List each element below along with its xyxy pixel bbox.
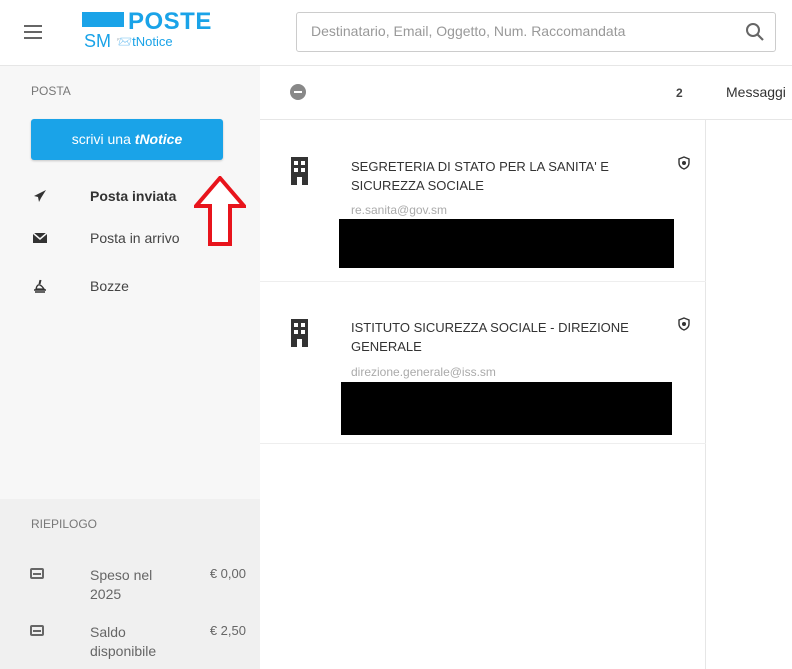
list-item[interactable]: SEGRETERIA DI STATO PER LA SANITA' E SIC…	[260, 120, 706, 282]
search-icon[interactable]	[745, 22, 765, 42]
shield-icon	[678, 317, 690, 331]
compose-button-brand: tNotice	[134, 131, 183, 147]
app-logo[interactable]: POSTE SM 📨tNotice	[80, 8, 212, 56]
message-count: 2	[676, 86, 683, 100]
sender-email: re.sanita@gov.sm	[351, 203, 447, 217]
logo-tnotice-text: 📨tNotice	[116, 34, 173, 49]
redacted-block	[341, 382, 672, 435]
app-header: POSTE SM 📨tNotice	[0, 0, 792, 66]
compose-button-prefix: scrivi una	[71, 131, 135, 147]
shield-icon	[678, 156, 690, 170]
summary-label: Speso nel 2025	[90, 567, 153, 602]
sidebar-item-label: Bozze	[90, 278, 129, 294]
section-label-riepilogo: RIEPILOGO	[31, 517, 98, 531]
logo-poste-text: POSTE	[128, 8, 212, 35]
search-box	[296, 12, 776, 52]
send-icon	[34, 190, 46, 202]
sender-name: SEGRETERIA DI STATO PER LA SANITA' E SIC…	[351, 159, 609, 193]
summary-value: € 0,00	[209, 566, 246, 581]
logo-sm-text: SM	[84, 31, 111, 51]
summary-label: Saldo disponibile	[90, 624, 157, 659]
sidebar-mail-section: POSTA scrivi una tNotice Posta inviata P…	[0, 66, 260, 499]
wallet-icon	[30, 625, 44, 636]
list-toolbar: 2 Messaggi	[260, 66, 792, 120]
sidebar-item-label: Posta in arrivo	[90, 230, 180, 246]
summary-row-saldo: Saldo disponibile € 2,50	[0, 623, 260, 669]
drafts-icon	[34, 279, 46, 293]
logo-bar	[82, 12, 124, 27]
summary-value: € 2,50	[209, 623, 246, 638]
up-arrow-annotation-icon	[194, 176, 246, 246]
sidebar: POSTA scrivi una tNotice Posta inviata P…	[0, 66, 260, 669]
menu-icon[interactable]	[24, 25, 42, 39]
sidebar-item-bozze[interactable]: Bozze	[0, 268, 260, 304]
section-label-posta: POSTA	[31, 84, 71, 98]
sender-name: ISTITUTO SICUREZZA SOCIALE - DIREZIONE G…	[351, 320, 629, 354]
envelope-icon	[32, 232, 48, 243]
redacted-block	[339, 219, 674, 268]
summary-section: RIEPILOGO Speso nel 2025 € 0,00 Saldo di…	[0, 499, 260, 669]
messages-label: Messaggi	[726, 84, 786, 100]
summary-row-speso: Speso nel 2025 € 0,00	[0, 566, 260, 616]
sidebar-item-label: Posta inviata	[90, 188, 177, 204]
deselect-all-icon[interactable]	[290, 84, 306, 100]
building-icon	[291, 319, 308, 347]
sender-email: direzione.generale@iss.sm	[351, 365, 496, 379]
wallet-icon	[30, 568, 44, 579]
message-list: SEGRETERIA DI STATO PER LA SANITA' E SIC…	[260, 120, 706, 669]
list-item[interactable]: ISTITUTO SICUREZZA SOCIALE - DIREZIONE G…	[260, 282, 706, 444]
building-icon	[291, 157, 308, 185]
search-input[interactable]	[311, 23, 711, 39]
compose-tnotice-button[interactable]: scrivi una tNotice	[31, 119, 223, 160]
